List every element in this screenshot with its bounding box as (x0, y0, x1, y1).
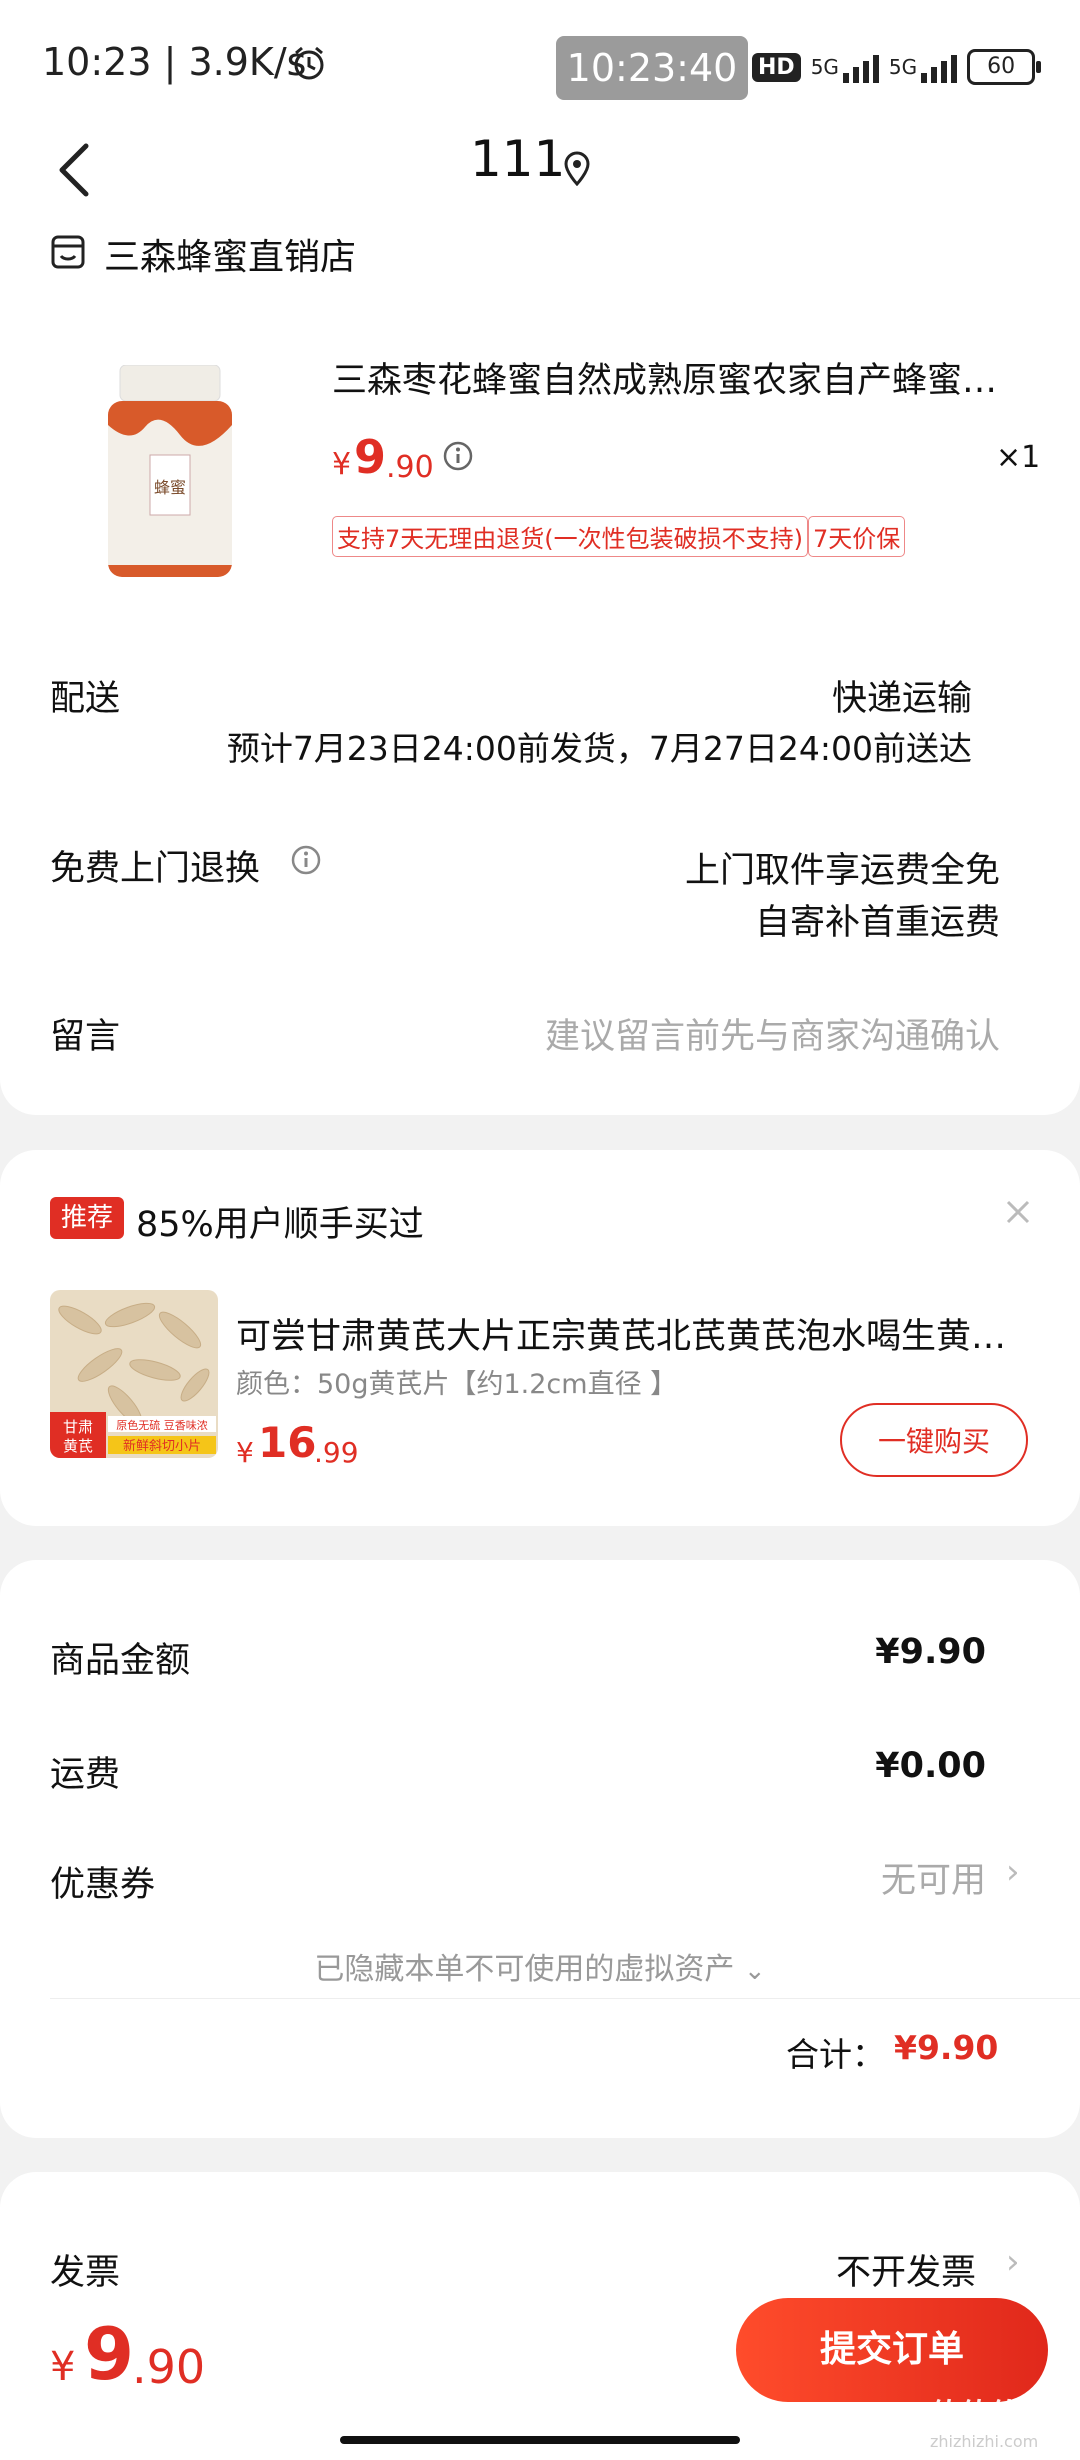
bottom-price-decimal: .90 (132, 2340, 206, 2394)
product-title[interactable]: 三森枣花蜂蜜自然成熟原蜜农家自产蜂蜜… (332, 352, 1022, 403)
bottom-price-symbol: ¥ (50, 2344, 76, 2390)
page-title: 111 (470, 130, 566, 188)
svg-text:黄芪: 黄芪 (63, 1437, 93, 1455)
status-icons: HD 5G 5G 60 (752, 44, 1042, 90)
network-5g-label: 5G (810, 55, 839, 79)
svg-text:新鲜斜切小片: 新鲜斜切小片 (123, 1438, 201, 1454)
signal-icon-2 (921, 51, 958, 83)
hd-icon: HD (752, 52, 801, 82)
goods-amount-value: ¥9.90 (875, 1632, 986, 1672)
recommend-price-integer: 16 (258, 1418, 317, 1467)
chevron-down-icon: ⌄ (743, 1956, 766, 1986)
return-service-line1: 上门取件享运费全免 (684, 851, 1000, 891)
recommend-price-decimal: .99 (314, 1436, 359, 1469)
recommend-badge: 推荐 (50, 1197, 124, 1239)
product-price-integer: 9 (354, 430, 387, 484)
battery-icon: 60 (967, 49, 1042, 85)
shop-name[interactable]: 三森蜂蜜直销店 (104, 228, 356, 280)
svg-text:原色无硫 豆香味浓: 原色无硫 豆香味浓 (116, 1418, 208, 1432)
return-service-line2: 自寄补首重运费 (754, 903, 1000, 943)
recommend-product-image[interactable]: 甘肃 黄芪 原色无硫 豆香味浓 新鲜斜切小片 (50, 1290, 218, 1458)
message-label: 留言 (50, 1017, 121, 1057)
invoice-label: 发票 (50, 2253, 121, 2293)
shipping-fee-value: ¥0.00 (875, 1746, 986, 1786)
one-click-buy-button[interactable]: 一键购买 (840, 1403, 1028, 1477)
bottom-price-integer: 9 (84, 2312, 135, 2396)
hidden-assets-toggle[interactable]: 已隐藏本单不可使用的虚拟资产 ⌄ (0, 1944, 1080, 1988)
hidden-assets-text: 已隐藏本单不可使用的虚拟资产 (314, 1952, 735, 1987)
price-info-icon[interactable] (442, 440, 474, 472)
message-input[interactable]: 建议留言前先与商家沟通确认 (545, 1008, 1000, 1059)
price-protect-tag: 7天价保 (808, 516, 906, 557)
shop-icon (50, 234, 86, 270)
shipping-fee-label: 运费 (50, 1755, 121, 1795)
invoice-value[interactable]: 不开发票 (836, 2244, 976, 2295)
svg-text:蜂蜜: 蜂蜜 (154, 478, 186, 497)
goods-amount-label: 商品金额 (50, 1641, 191, 1681)
coupon-value[interactable]: 无可用 (881, 1852, 986, 1903)
delivery-method: 快递运输 (831, 679, 972, 719)
total-label: 合计： (786, 2035, 885, 2074)
invoice-chevron-right-icon[interactable]: › (1006, 2242, 1020, 2282)
free-return-label: 免费上门退换 (50, 849, 261, 889)
recommend-price-symbol: ¥ (236, 1436, 254, 1469)
coupon-chevron-right-icon[interactable]: › (1006, 1852, 1020, 1892)
close-icon[interactable] (1003, 1197, 1033, 1227)
signal-icon (842, 51, 879, 83)
alarm-icon (290, 44, 328, 86)
return-info-icon[interactable] (290, 844, 322, 880)
watermark-url: zhizhizhi.com (930, 2432, 1039, 2451)
recommend-product-spec: 颜色：50g黄芪片【约1.2cm直径 】 (236, 1369, 678, 1400)
network-5g-label-2: 5G (888, 55, 918, 79)
delivery-estimate: 预计7月23日24:00前发货，7月27日24:00前送达 (226, 729, 972, 768)
submit-order-button[interactable]: 提交订单 (736, 2298, 1048, 2402)
status-time-speed: 10:23 | 3.9K/s (42, 40, 307, 84)
location-pin-icon (562, 150, 592, 187)
watermark-logo: 值值值 (930, 2398, 1020, 2433)
delivery-label: 配送 (50, 679, 121, 719)
coupon-label: 优惠券 (50, 1865, 156, 1905)
back-arrow-icon[interactable] (54, 140, 94, 200)
home-indicator[interactable] (340, 2436, 740, 2444)
return-policy-tag: 支持7天无理由退货(一次性包装破损不支持) (332, 516, 808, 557)
divider (50, 1998, 1080, 1999)
product-quantity: ×1 (996, 440, 1041, 475)
svg-text:甘肃: 甘肃 (63, 1418, 93, 1436)
product-price-decimal: .90 (386, 450, 434, 485)
total-value: ¥9.90 (894, 2028, 999, 2067)
product-price-symbol: ¥ (332, 447, 352, 482)
recommend-product-name[interactable]: 可尝甘肃黄芪大片正宗黄芪北芪黄芪泡水喝生黄… (236, 1308, 1036, 1359)
status-clock: 10:23:40 (556, 36, 748, 100)
product-image[interactable]: 蜂蜜 (100, 364, 240, 580)
recommend-title: 85%用户顺手买过 (136, 1205, 424, 1245)
